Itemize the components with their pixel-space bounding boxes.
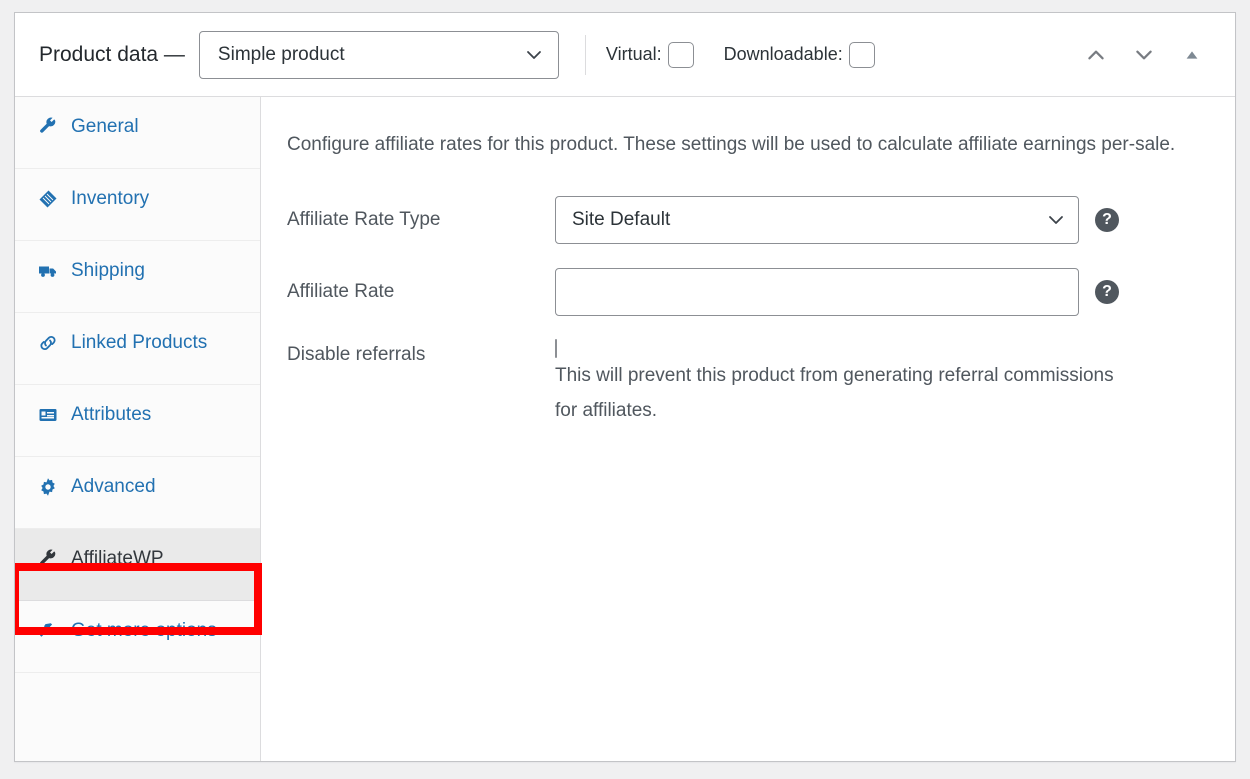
sidebar-item-linked-products[interactable]: Linked Products [15, 313, 260, 385]
affiliate-rate-type-label: Affiliate Rate Type [287, 196, 555, 231]
sidebar-item-get-more-options[interactable]: Get more options [15, 601, 260, 673]
sidebar-item-shipping[interactable]: Shipping [15, 241, 260, 313]
help-icon[interactable]: ? [1095, 280, 1119, 304]
sidebar-item-attributes[interactable]: Attributes [15, 385, 260, 457]
disable-referrals-control: This will prevent this product from gene… [555, 340, 1207, 428]
link-icon [37, 332, 59, 354]
downloadable-label: Downloadable: [724, 44, 843, 65]
sidebar-item-affiliatewp[interactable]: AffiliateWP [15, 529, 260, 601]
wrench-icon [37, 116, 59, 138]
affiliate-rate-type-control: Site Default ? [555, 196, 1207, 244]
sidebar-item-label: AffiliateWP [71, 545, 248, 573]
product-data-metabox: Product data — Simple product Virtual: D… [14, 12, 1236, 762]
help-icon[interactable]: ? [1095, 208, 1119, 232]
product-data-body: General Inventory [15, 97, 1235, 761]
attributes-icon [37, 404, 59, 426]
product-type-select[interactable]: Simple product [199, 31, 559, 79]
virtual-checkbox-group: Virtual: [606, 42, 694, 68]
chevron-down-icon [1048, 212, 1064, 228]
sidebar-item-label: Inventory [71, 185, 248, 213]
gear-icon [37, 476, 59, 498]
affiliate-rate-input[interactable] [555, 268, 1079, 316]
sidebar-item-label: Get more options [71, 617, 248, 645]
sidebar-item-advanced[interactable]: Advanced [15, 457, 260, 529]
affiliate-rate-type-row: Affiliate Rate Type Site Default ? [287, 196, 1207, 244]
wrench-icon [37, 548, 59, 570]
product-data-header: Product data — Simple product Virtual: D… [15, 13, 1235, 97]
product-type-value: Simple product [218, 44, 345, 66]
affiliate-rate-label: Affiliate Rate [287, 268, 555, 303]
truck-icon [37, 260, 59, 282]
move-up-button[interactable] [1083, 42, 1109, 68]
downloadable-checkbox[interactable] [849, 42, 875, 68]
sidebar-item-label: Attributes [71, 401, 248, 429]
header-divider [585, 35, 586, 75]
downloadable-checkbox-group: Downloadable: [724, 42, 875, 68]
sidebar-item-inventory[interactable]: Inventory [15, 169, 260, 241]
toggle-panel-button[interactable] [1179, 42, 1205, 68]
affiliate-rate-row: Affiliate Rate ? [287, 268, 1207, 316]
sidebar-item-general[interactable]: General [15, 97, 260, 169]
disable-referrals-label: Disable referrals [287, 340, 555, 366]
affiliate-rate-control: ? [555, 268, 1207, 316]
sidebar-item-label: Advanced [71, 473, 248, 501]
virtual-checkbox[interactable] [668, 42, 694, 68]
affiliate-rate-type-select[interactable]: Site Default [555, 196, 1079, 244]
sidebar-item-label: Shipping [71, 257, 248, 285]
affiliatewp-panel: Configure affiliate rates for this produ… [261, 97, 1235, 761]
disable-referrals-checkbox[interactable] [555, 339, 557, 358]
disable-referrals-description: This will prevent this product from gene… [555, 358, 1115, 428]
header-actions [1083, 42, 1213, 68]
product-data-tabs: General Inventory [15, 97, 261, 761]
disable-referrals-row: Disable referrals This will prevent this… [287, 340, 1207, 428]
panel-description: Configure affiliate rates for this produ… [287, 127, 1207, 162]
page-title: Product data — [39, 43, 185, 67]
virtual-label: Virtual: [606, 44, 662, 65]
sidebar-item-label: General [71, 113, 248, 141]
move-down-button[interactable] [1131, 42, 1157, 68]
plug-icon [37, 620, 59, 642]
tag-icon [37, 188, 59, 210]
chevron-down-icon [526, 47, 542, 63]
affiliate-rate-type-value: Site Default [572, 209, 670, 231]
sidebar-item-label: Linked Products [71, 329, 248, 357]
